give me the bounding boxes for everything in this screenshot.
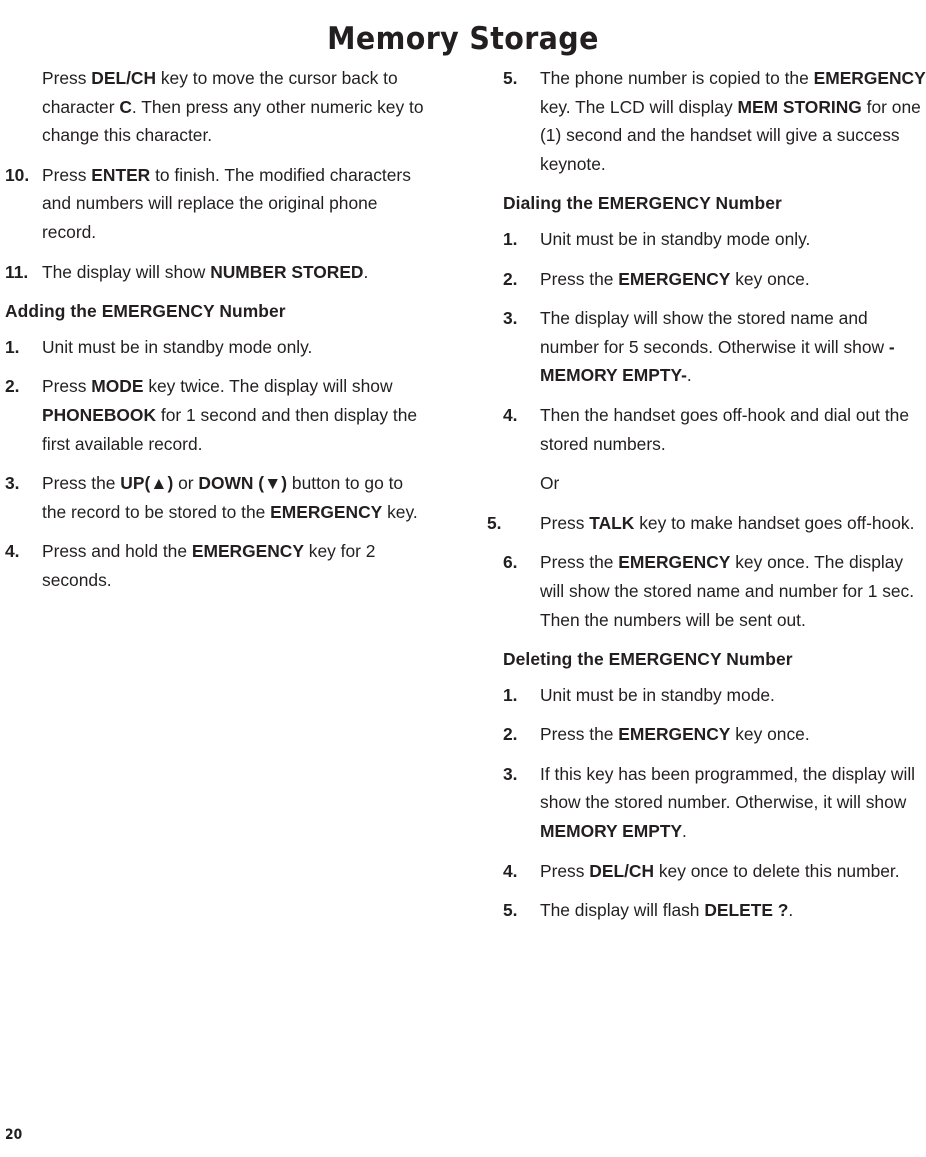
list-item-text: The display will show NUMBER STORED. (42, 261, 369, 282)
list-item-number: 2. (5, 376, 20, 397)
list-item-number: 5. (503, 900, 518, 921)
list-item-text: Unit must be in standby mode. (540, 684, 775, 705)
list-item-number: 4. (5, 541, 20, 562)
list-item-text: Unit must be in standby mode only. (42, 336, 313, 357)
page-title: Memory Storage (327, 20, 599, 57)
list-item-text: If this key has been programmed, the dis… (540, 763, 916, 842)
list-item-text: Press the EMERGENCY key once. (540, 268, 810, 289)
list-item-text: Press MODE key twice. The display will s… (42, 376, 418, 454)
list-item-text: Unit must be in standby mode only. (540, 228, 811, 249)
list-item: 2. Press MODE key twice. The display wil… (5, 372, 425, 458)
list-item-text: Press and hold the EMERGENCY key for 2 s… (42, 541, 376, 590)
two-column-body: Press DEL/CH key to move the cursor back… (0, 64, 926, 1044)
list-item-text: The display will show the stored name an… (540, 308, 895, 386)
list-item-number: 3. (503, 763, 518, 784)
list-item-number: 2. (503, 268, 518, 289)
list-item: 5. Press TALK key to make handset goes o… (487, 512, 915, 533)
list-item-text: Press ENTER to finish. The modified char… (42, 164, 411, 242)
list-item: 1. Unit must be in standby mode. (503, 681, 926, 710)
page-number: 20 (5, 1127, 23, 1143)
section-heading-dialing-emergency: Dialing the EMERGENCY Number (503, 193, 782, 214)
list-item: 3. Press the UP(▲) or DOWN (▼) button to… (5, 469, 425, 526)
left-column: Press DEL/CH key to move the cursor back… (5, 64, 425, 606)
list-item-number: 4. (503, 404, 518, 425)
list-item-text: The phone number is copied to the EMERGE… (540, 68, 926, 174)
list-item-number: 11. (5, 261, 29, 282)
list-item: 2. Press the EMERGENCY key once. (503, 265, 926, 294)
list-item: 3. The display will show the stored name… (503, 304, 926, 390)
list-item: 6. Press the EMERGENCY key once. The dis… (503, 548, 926, 634)
list-item-number: 1. (503, 684, 518, 705)
section-heading-deleting-emergency: Deleting the EMERGENCY Number (503, 649, 793, 670)
right-column: 5. The phone number is copied to the EME… (487, 64, 926, 936)
list-item-text: Press the UP(▲) or DOWN (▼) button to go… (42, 473, 418, 522)
list-item: 2. Press the EMERGENCY key once. (503, 720, 926, 749)
intro-paragraph: Press DEL/CH key to move the cursor back… (42, 68, 424, 146)
list-item: 3. If this key has been programmed, the … (503, 760, 926, 846)
list-item: 11. The display will show NUMBER STORED. (5, 258, 425, 287)
list-item: 10. Press ENTER to finish. The modified … (5, 161, 425, 247)
list-item-text: The display will flash DELETE ?. (540, 900, 794, 921)
section-heading-adding-emergency: Adding the EMERGENCY Number (5, 301, 286, 322)
list-item-number: 1. (5, 336, 20, 357)
list-item-number: 5. (503, 68, 518, 88)
list-item-number: 4. (503, 860, 518, 881)
list-item: 1. Unit must be in standby mode only. (5, 333, 425, 362)
list-item-text: Press DEL/CH key once to delete this num… (540, 860, 900, 881)
list-item-number: 2. (503, 724, 518, 745)
list-item: 5. The display will flash DELETE ?. (503, 896, 926, 925)
list-item: 4. Then the handset goes off-hook and di… (503, 401, 926, 458)
list-item-number: 1. (503, 228, 518, 249)
list-item-number: 10. (5, 164, 30, 185)
list-item: 5. The phone number is copied to the EME… (503, 64, 926, 178)
or-separator: Or (540, 473, 560, 494)
list-item: 1. Unit must be in standby mode only. (503, 225, 926, 254)
list-item-number: 3. (5, 473, 20, 494)
list-item-number: 3. (503, 308, 518, 329)
list-item-text: Press the EMERGENCY key once. (540, 724, 810, 745)
list-item-number: 6. (503, 552, 518, 573)
list-item-text: Press the EMERGENCY key once. The displa… (540, 552, 915, 630)
list-item-text: Then the handset goes off-hook and dial … (540, 404, 910, 454)
list-item-text: Press TALK key to make handset goes off-… (540, 512, 915, 533)
list-item: 4. Press DEL/CH key once to delete this … (503, 857, 926, 886)
list-item: 4. Press and hold the EMERGENCY key for … (5, 537, 425, 594)
manual-page: Memory Storage Press DEL/CH key to move … (0, 0, 926, 1157)
